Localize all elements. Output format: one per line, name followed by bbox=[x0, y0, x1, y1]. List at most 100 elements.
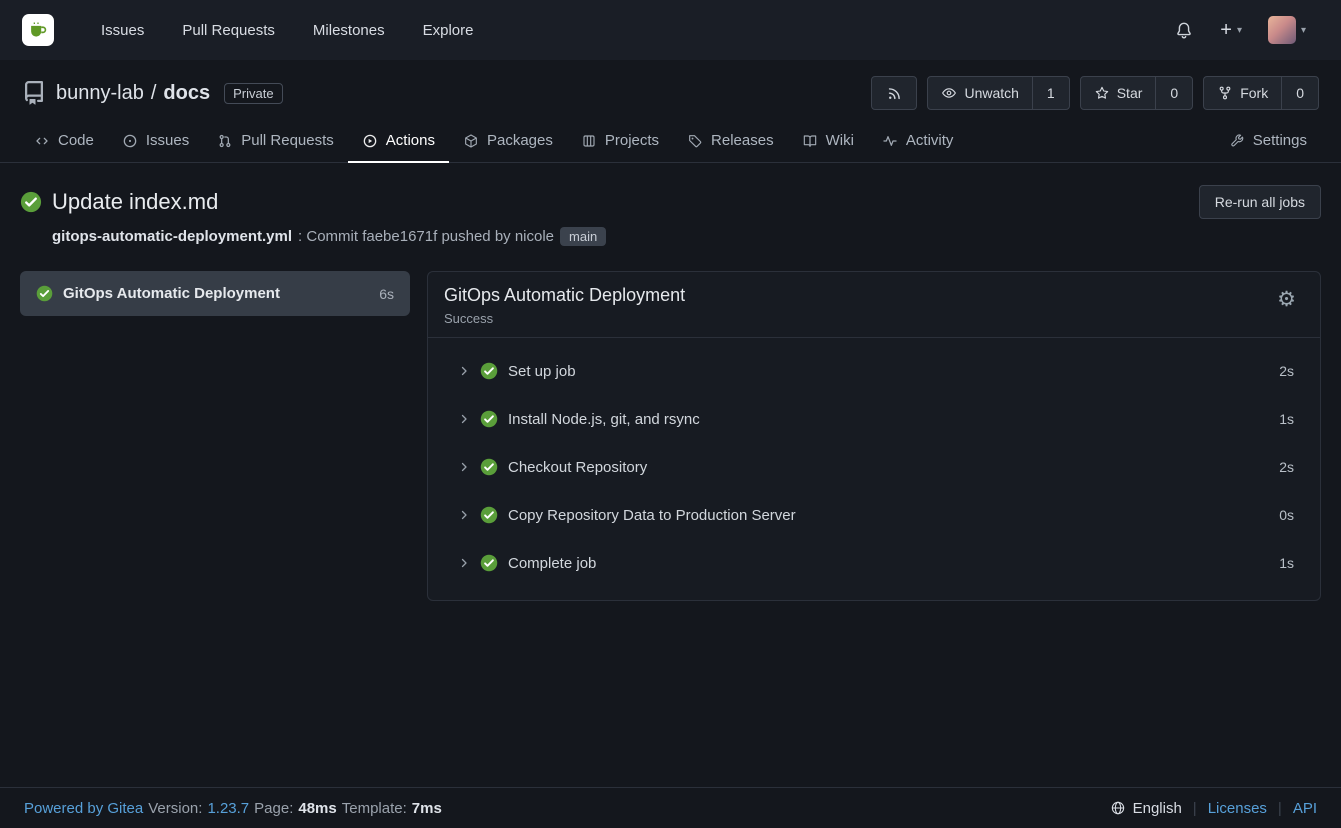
chevron-right-icon[interactable] bbox=[458, 557, 470, 569]
job-detail-card: GitOps Automatic Deployment Success ⚙ Se… bbox=[427, 271, 1321, 601]
job-name: GitOps Automatic Deployment bbox=[63, 285, 369, 302]
job-detail-header: GitOps Automatic Deployment Success ⚙ bbox=[428, 272, 1320, 338]
job-list-item[interactable]: GitOps Automatic Deployment 6s bbox=[20, 271, 410, 316]
step-name: Install Node.js, git, and rsync bbox=[508, 411, 700, 428]
commit-text: : Commit faebe1671f pushed by nicole bbox=[298, 228, 554, 245]
step-duration: 2s bbox=[1279, 363, 1294, 379]
footer-right: English | Licenses | API bbox=[1110, 800, 1317, 817]
repo-actions: Unwatch 1 Star 0 bbox=[871, 76, 1319, 110]
rss-icon bbox=[886, 85, 903, 102]
repo-header: bunny-lab / docs Private Unwatch bbox=[0, 60, 1341, 163]
project-board-icon bbox=[581, 133, 597, 149]
step-duration: 1s bbox=[1279, 555, 1294, 571]
nav-links: Issues Pull Requests Milestones Explore bbox=[82, 22, 492, 39]
fork-count[interactable]: 0 bbox=[1281, 77, 1318, 109]
star-count[interactable]: 0 bbox=[1155, 77, 1192, 109]
top-navbar: Issues Pull Requests Milestones Explore … bbox=[0, 0, 1341, 60]
tab-packages[interactable]: Packages bbox=[449, 122, 567, 163]
fork-button[interactable]: Fork bbox=[1204, 77, 1281, 109]
tab-label: Releases bbox=[711, 132, 774, 149]
version-label: Version: bbox=[148, 800, 202, 817]
job-duration: 6s bbox=[379, 286, 394, 302]
user-menu[interactable]: ▾ bbox=[1255, 16, 1319, 44]
notifications-button[interactable] bbox=[1161, 20, 1207, 40]
rss-button[interactable] bbox=[871, 76, 917, 110]
job-list: GitOps Automatic Deployment 6s bbox=[20, 271, 410, 316]
repo-title: bunny-lab / docs bbox=[56, 82, 210, 105]
repo-owner-link[interactable]: bunny-lab bbox=[56, 82, 144, 105]
language-selector[interactable]: English bbox=[1110, 800, 1182, 817]
star-label: Star bbox=[1117, 85, 1143, 101]
powered-by-gitea-link[interactable]: Powered by Gitea bbox=[24, 800, 143, 817]
star-count-value: 0 bbox=[1170, 85, 1178, 101]
tab-activity[interactable]: Activity bbox=[868, 122, 968, 163]
tab-projects[interactable]: Projects bbox=[567, 122, 673, 163]
fork-label: Fork bbox=[1240, 85, 1268, 101]
step-row[interactable]: Complete job 1s bbox=[428, 539, 1320, 587]
gear-icon[interactable]: ⚙ bbox=[1277, 289, 1296, 310]
tab-releases[interactable]: Releases bbox=[673, 122, 788, 163]
code-icon bbox=[34, 133, 50, 149]
tab-label: Packages bbox=[487, 132, 553, 149]
tab-label: Wiki bbox=[826, 132, 854, 149]
success-check-icon bbox=[480, 554, 498, 572]
tab-label: Issues bbox=[146, 132, 189, 149]
step-row[interactable]: Copy Repository Data to Production Serve… bbox=[428, 491, 1320, 539]
rerun-all-jobs-button[interactable]: Re-run all jobs bbox=[1199, 185, 1321, 219]
chevron-right-icon[interactable] bbox=[458, 461, 470, 473]
tab-label: Settings bbox=[1253, 132, 1307, 149]
chevron-right-icon[interactable] bbox=[458, 365, 470, 377]
template-time-value: 7ms bbox=[412, 800, 442, 817]
success-check-icon bbox=[20, 191, 42, 213]
watch-count[interactable]: 1 bbox=[1032, 77, 1069, 109]
pull-request-icon bbox=[217, 133, 233, 149]
issue-icon bbox=[122, 133, 138, 149]
tab-pull-requests[interactable]: Pull Requests bbox=[203, 122, 348, 163]
nav-pull-requests[interactable]: Pull Requests bbox=[163, 22, 294, 39]
repo-name-link[interactable]: docs bbox=[163, 82, 210, 105]
teacup-icon bbox=[27, 19, 49, 41]
unwatch-label: Unwatch bbox=[964, 85, 1018, 101]
page-time-label: Page: bbox=[254, 800, 293, 817]
unwatch-button[interactable]: Unwatch bbox=[928, 77, 1031, 109]
eye-icon bbox=[941, 85, 957, 101]
book-icon bbox=[802, 133, 818, 149]
repo-title-row: bunny-lab / docs Private Unwatch bbox=[22, 76, 1319, 110]
tab-actions[interactable]: Actions bbox=[348, 122, 449, 163]
step-row[interactable]: Install Node.js, git, and rsync 1s bbox=[428, 395, 1320, 443]
success-check-icon bbox=[480, 506, 498, 524]
nav-issues[interactable]: Issues bbox=[82, 22, 163, 39]
fork-count-value: 0 bbox=[1296, 85, 1304, 101]
step-row[interactable]: Set up job 2s bbox=[428, 347, 1320, 395]
star-button-group: Star 0 bbox=[1080, 76, 1193, 110]
branch-badge[interactable]: main bbox=[560, 227, 606, 246]
api-link[interactable]: API bbox=[1293, 800, 1317, 817]
gitea-logo[interactable] bbox=[22, 14, 54, 46]
job-status-text: Success bbox=[444, 311, 685, 326]
chevron-right-icon[interactable] bbox=[458, 509, 470, 521]
nav-explore[interactable]: Explore bbox=[404, 22, 493, 39]
workflow-file-link[interactable]: gitops-automatic-deployment.yml bbox=[52, 228, 292, 245]
version-link[interactable]: 1.23.7 bbox=[207, 800, 249, 817]
create-new-button[interactable]: + ▾ bbox=[1207, 20, 1255, 40]
language-label: English bbox=[1133, 800, 1182, 817]
step-row[interactable]: Checkout Repository 2s bbox=[428, 443, 1320, 491]
run-subtitle: gitops-automatic-deployment.yml : Commit … bbox=[52, 227, 1321, 246]
job-detail-title: GitOps Automatic Deployment bbox=[444, 285, 685, 306]
tab-wiki[interactable]: Wiki bbox=[788, 122, 868, 163]
tab-issues[interactable]: Issues bbox=[108, 122, 203, 163]
star-button[interactable]: Star bbox=[1081, 77, 1156, 109]
success-check-icon bbox=[480, 362, 498, 380]
step-name: Copy Repository Data to Production Serve… bbox=[508, 507, 796, 524]
visibility-badge: Private bbox=[224, 83, 282, 104]
tab-code[interactable]: Code bbox=[20, 122, 108, 163]
licenses-link[interactable]: Licenses bbox=[1208, 800, 1267, 817]
plus-icon: + bbox=[1220, 20, 1232, 40]
nav-milestones[interactable]: Milestones bbox=[294, 22, 404, 39]
fork-icon bbox=[1217, 85, 1233, 101]
step-name: Checkout Repository bbox=[508, 459, 647, 476]
tab-settings[interactable]: Settings bbox=[1215, 122, 1321, 163]
job-detail-titles: GitOps Automatic Deployment Success bbox=[444, 285, 685, 326]
tab-label: Projects bbox=[605, 132, 659, 149]
chevron-right-icon[interactable] bbox=[458, 413, 470, 425]
